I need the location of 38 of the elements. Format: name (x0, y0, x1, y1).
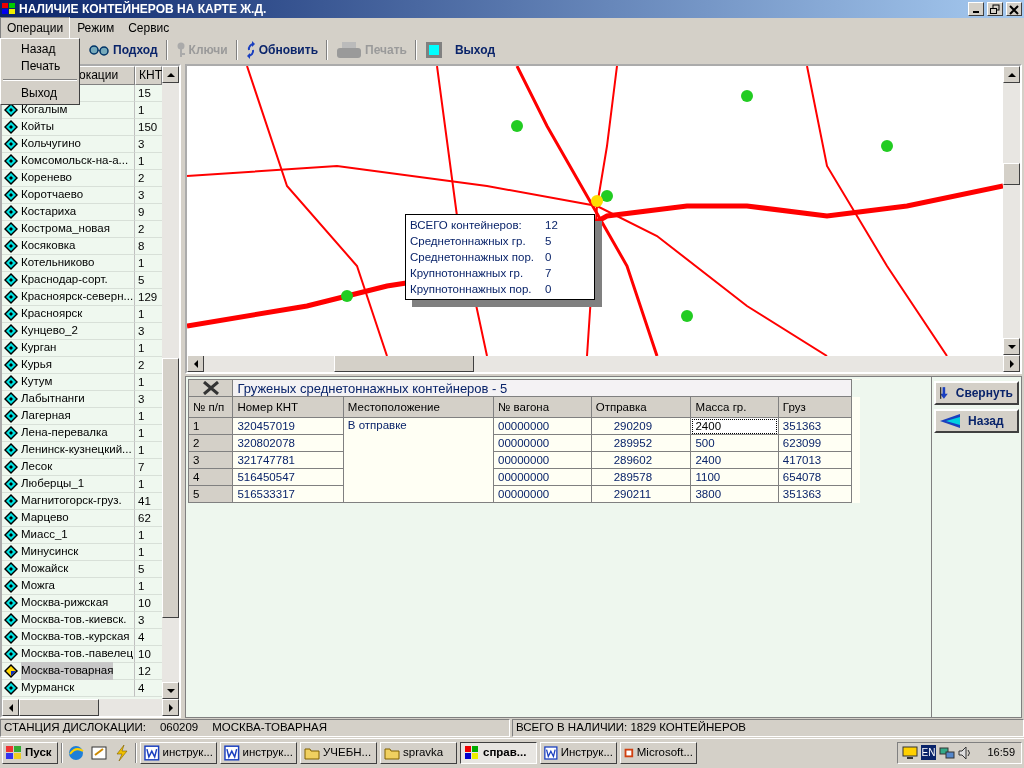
status-text: ВСЕГО В НАЛИЧИИ: 1829 КОНТЕЙНЕРОВ (516, 720, 747, 736)
table-cell: 290209 (591, 417, 691, 435)
table-cell: 2400 (690, 451, 779, 469)
tooltip-label: Крупнотоннажных гр. (410, 266, 525, 281)
tooltip-value: 12 (545, 218, 558, 233)
tooltip-value: 0 (545, 250, 552, 265)
table-cell: 290211 (591, 485, 691, 503)
table-cell: 00000000 (493, 434, 592, 452)
table-cell: 654078 (778, 468, 852, 486)
status-text: СТАНЦИЯ ДИСЛОКАЦИИ: (4, 720, 146, 736)
table-cell: 289578 (591, 468, 691, 486)
tooltip-value: 0 (545, 282, 552, 297)
table-cell: 00000000 (493, 468, 592, 486)
tooltip-value: 7 (545, 266, 552, 281)
table-cell: 320457019 (232, 417, 344, 435)
tooltip-label: ВСЕГО контейнеров: (410, 218, 523, 233)
table-cell: 1100 (690, 468, 779, 486)
table-cell: 00000000 (493, 485, 592, 503)
status-text: 060209 (159, 720, 199, 736)
table-title: Груженых среднетоннажных контейнеров - 5 (232, 379, 852, 397)
tooltip-value: 5 (545, 234, 552, 249)
window-title: НАЛИЧИЕ КОНТЕЙНЕРОВ НА КАРТЕ Ж.Д. (19, 0, 268, 18)
tooltip-label: Среднетоннажных пор. (410, 250, 536, 265)
table-cell: 351363 (778, 485, 852, 503)
status-text: МОСКВА-ТОВАРНАЯ (212, 720, 327, 736)
tooltip-label: Среднетоннажных гр. (410, 234, 527, 249)
table-cell: 289602 (591, 451, 691, 469)
table-cell: 3800 (690, 485, 779, 503)
table-cell: 00000000 (493, 451, 592, 469)
table-cell: В отправке (343, 417, 494, 503)
table-cell: 00000000 (493, 417, 592, 435)
table-cell: 500 (690, 434, 779, 452)
table-cell: 289952 (591, 434, 691, 452)
table-cell: 351363 (778, 417, 852, 435)
table-cell: 417013 (778, 451, 852, 469)
tooltip-label: Крупнотоннажных пор. (410, 282, 533, 297)
table-cell: 623099 (778, 434, 852, 452)
clock: 16:59 (987, 745, 1015, 761)
